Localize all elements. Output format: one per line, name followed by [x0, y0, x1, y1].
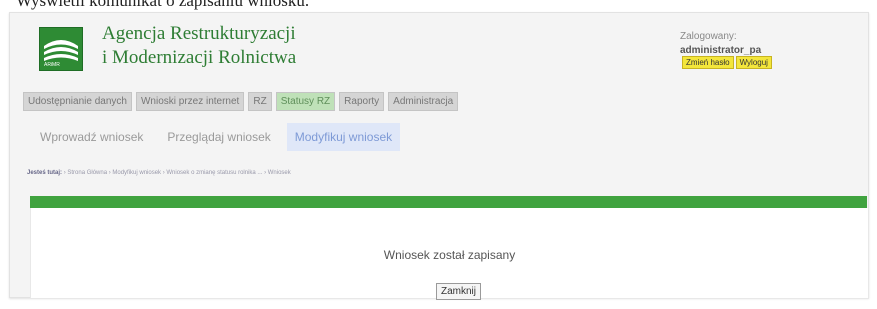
document-caption: Wyświetli komunikat o zapisaniu wniosku. — [16, 0, 310, 10]
arimr-logo: ARiMR — [39, 27, 83, 71]
menu-item-online-applications[interactable]: Wnioski przez internet — [135, 92, 245, 111]
logout-button[interactable]: Wyloguj — [735, 56, 772, 69]
logo-caption: ARiMR — [44, 62, 60, 68]
agency-name-line2: i Modernizacji Rolnictwa — [102, 47, 297, 68]
breadcrumb-prefix: Jesteś tutaj: — [27, 170, 63, 176]
tab-modify-application[interactable]: Modyfikuj wniosek — [286, 123, 401, 151]
login-actions: Zmień hasło Wyloguj — [682, 56, 772, 69]
close-button[interactable]: Zamknij — [436, 283, 482, 300]
logged-in-label: Zalogowany: — [680, 31, 737, 42]
main-menu: Udostępnianie danych Wnioski przez inter… — [23, 92, 459, 111]
menu-item-reports[interactable]: Raporty — [339, 92, 385, 111]
tab-browse-application[interactable]: Przeglądaj wniosek — [159, 123, 278, 151]
breadcrumb-path: › Strona Główna › Modyfikuj wniosek › Wn… — [63, 170, 291, 176]
menu-item-rz-statuses[interactable]: Statusy RZ — [275, 92, 336, 111]
menu-item-data-sharing[interactable]: Udostępnianie danych — [23, 92, 132, 111]
menu-item-rz[interactable]: RZ — [248, 92, 272, 111]
menu-item-administration[interactable]: Administracja — [388, 92, 459, 111]
logged-in-username: administrator_pa — [680, 45, 762, 56]
message-panel: Wniosek został zapisany Zamknij — [30, 208, 869, 300]
tab-enter-application[interactable]: Wprowadź wniosek — [32, 123, 151, 151]
save-confirmation-message: Wniosek został zapisany — [383, 248, 516, 262]
application-window: ARiMR Agencja Restrukturyzacji i Moderni… — [9, 12, 869, 300]
breadcrumb: Jesteś tutaj: › Strona Główna › Modyfiku… — [27, 170, 291, 176]
dialog-header-bar — [30, 196, 867, 208]
sub-menu: Wprowadź wniosek Przeglądaj wniosek Mody… — [32, 123, 401, 151]
agency-name-line1: Agencja Restrukturyzacji — [102, 23, 296, 44]
change-password-button[interactable]: Zmień hasło — [682, 56, 734, 69]
